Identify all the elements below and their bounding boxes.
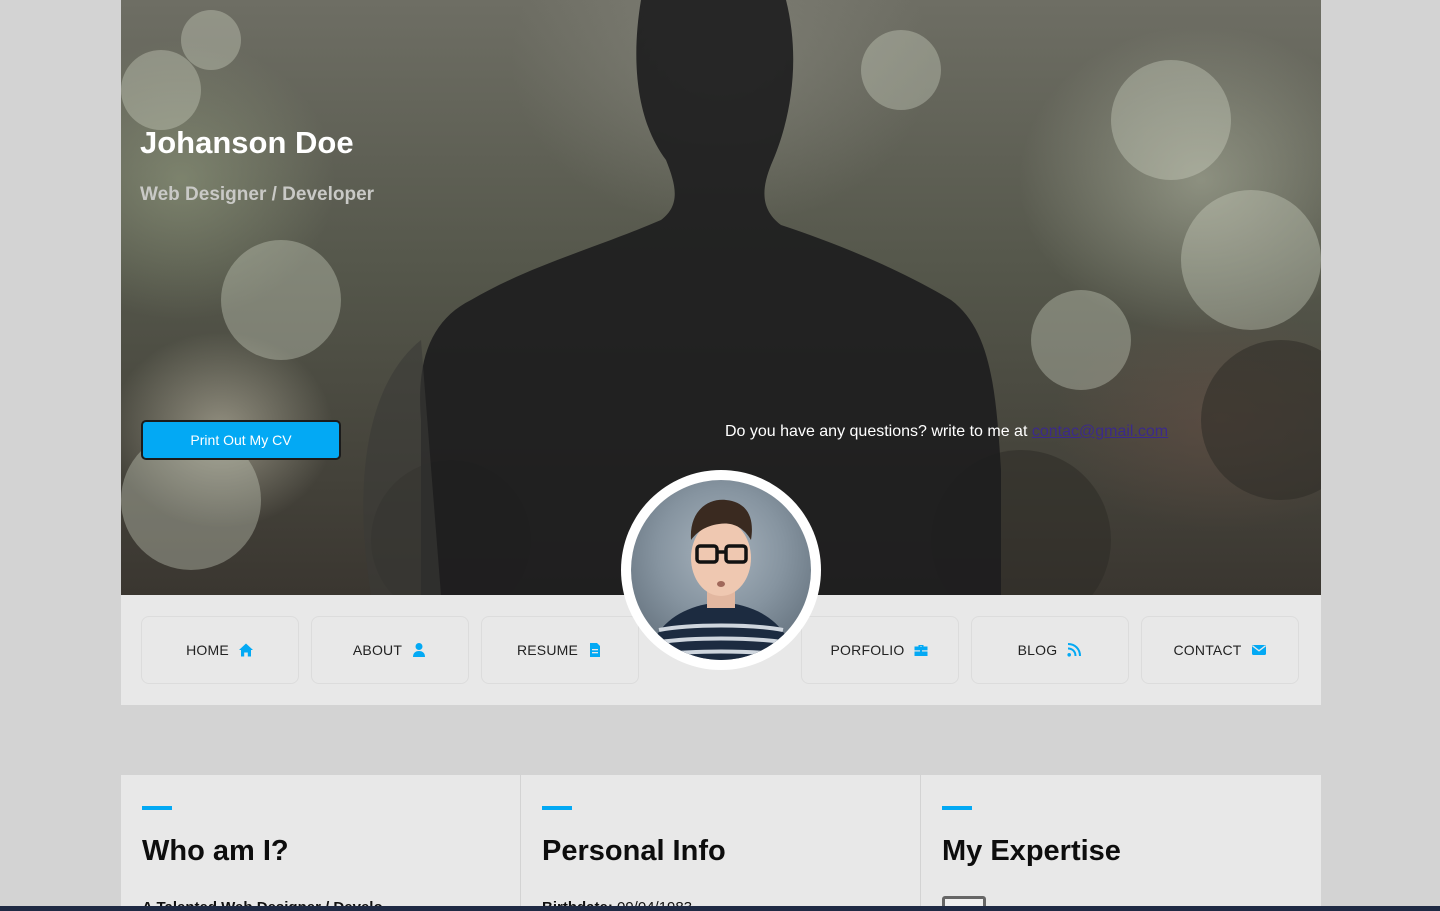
info-cards: Who am I? A Talented Web Designer / Deve… [121,775,1321,911]
nav-item-label: BLOG [1017,642,1058,658]
hero-role: Web Designer / Developer [140,184,375,205]
print-cv-button[interactable]: Print Out My CV [141,420,341,460]
nav-item-resume[interactable]: RESUME [481,616,639,684]
card-who-am-i: Who am I? A Talented Web Designer / Deve… [121,775,520,911]
nav-item-about[interactable]: ABOUT [311,616,469,684]
avatar-photo [631,480,811,660]
rss-icon [1067,643,1082,657]
card-accent-bar [942,806,972,810]
card-title: Personal Info [542,835,726,867]
nav-item-portfolio[interactable]: PORFOLIO [801,616,959,684]
contact-line: Do you have any questions? write to me a… [725,423,1168,441]
user-icon [413,643,426,657]
bottom-strip [0,906,1440,911]
nav-item-label: ABOUT [352,642,403,658]
envelope-icon [1251,645,1266,655]
card-title: My Expertise [942,835,1121,867]
profile-avatar [621,470,821,670]
document-icon [590,643,601,657]
card-accent-bar [542,806,572,810]
nav-item-blog[interactable]: BLOG [971,616,1129,684]
card-my-expertise: My Expertise [921,775,1321,911]
contact-prompt: Do you have any questions? write to me a… [725,423,1032,440]
nav-item-label: PORFOLIO [830,642,905,658]
nav-item-contact[interactable]: CONTACT [1141,616,1299,684]
nav-item-home[interactable]: HOME [141,616,299,684]
nav-item-label: CONTACT [1173,642,1242,658]
home-icon [238,643,253,657]
nav-item-label: HOME [186,642,229,658]
card-accent-bar [142,806,172,810]
card-title: Who am I? [142,835,289,867]
card-personal-info: Personal Info Birthdate: 09/04/1983 [521,775,920,911]
nav-item-label: RESUME [516,642,579,658]
briefcase-icon [914,645,928,656]
contact-email-link[interactable]: contac@gmail.com [1032,423,1168,440]
hero-name: Johanson Doe [140,125,354,160]
